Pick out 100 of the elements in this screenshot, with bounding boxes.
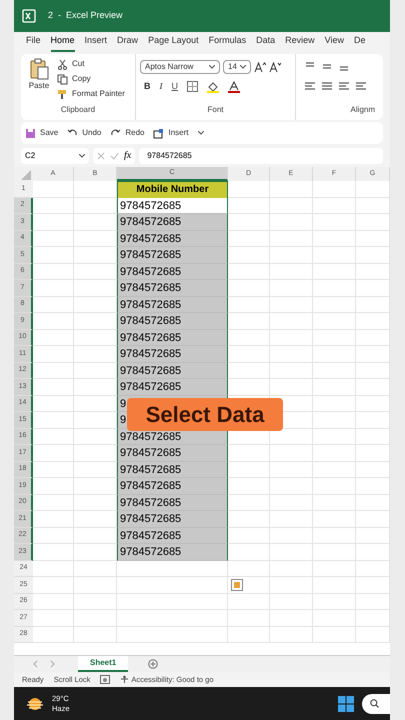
- table-cell[interactable]: [33, 528, 74, 544]
- table-cell[interactable]: [356, 214, 390, 230]
- table-cell[interactable]: [228, 346, 270, 362]
- table-cell[interactable]: [270, 247, 313, 264]
- table-cell[interactable]: [33, 330, 74, 346]
- table-cell[interactable]: [228, 214, 270, 230]
- search-field[interactable]: [362, 694, 390, 714]
- table-cell[interactable]: [270, 313, 313, 330]
- insert-button[interactable]: Insert: [153, 127, 188, 139]
- table-cell[interactable]: 9784572685: [117, 280, 228, 296]
- italic-button[interactable]: I: [160, 80, 162, 94]
- table-cell[interactable]: [33, 428, 74, 445]
- table-cell[interactable]: [313, 181, 356, 198]
- table-cell[interactable]: [356, 462, 390, 478]
- table-cell[interactable]: [270, 594, 313, 610]
- table-cell[interactable]: 9784572685: [117, 264, 228, 280]
- table-cell[interactable]: [33, 577, 74, 594]
- table-cell[interactable]: [356, 247, 390, 264]
- table-cell[interactable]: [356, 560, 390, 577]
- table-cell[interactable]: [356, 528, 390, 544]
- table-cell[interactable]: [313, 247, 356, 264]
- table-cell[interactable]: [270, 560, 313, 577]
- ribbon-tab[interactable]: File: [26, 34, 41, 52]
- table-cell[interactable]: [356, 577, 390, 594]
- table-cell[interactable]: [270, 296, 313, 313]
- macro-icon[interactable]: [100, 675, 110, 684]
- table-cell[interactable]: 9784572685: [117, 362, 228, 379]
- sheet-tab[interactable]: Sheet1: [78, 656, 128, 672]
- table-cell[interactable]: [33, 396, 74, 412]
- table-cell[interactable]: [270, 181, 313, 198]
- table-cell[interactable]: [33, 198, 74, 214]
- table-cell[interactable]: [270, 494, 313, 511]
- table-cell[interactable]: [228, 379, 270, 396]
- table-cell[interactable]: [228, 462, 270, 478]
- align-text-icon[interactable]: [338, 80, 350, 92]
- table-cell[interactable]: [228, 445, 270, 462]
- table-cell[interactable]: [33, 560, 74, 577]
- table-cell[interactable]: 9784572685: [117, 478, 228, 494]
- table-cell[interactable]: [33, 296, 74, 313]
- table-cell[interactable]: [313, 412, 356, 428]
- table-cell[interactable]: [270, 379, 313, 396]
- table-cell[interactable]: [313, 428, 356, 445]
- table-cell[interactable]: [74, 560, 117, 577]
- table-cell[interactable]: [313, 560, 356, 577]
- table-cell[interactable]: [313, 346, 356, 362]
- table-cell[interactable]: [270, 462, 313, 478]
- table-cell[interactable]: 9784572685: [117, 230, 228, 247]
- check-icon[interactable]: [110, 152, 119, 160]
- grow-font-icon[interactable]: [254, 61, 266, 73]
- table-cell[interactable]: 9784572685: [117, 511, 228, 528]
- table-cell[interactable]: [270, 544, 313, 560]
- table-cell[interactable]: [228, 330, 270, 346]
- table-cell[interactable]: [356, 544, 390, 560]
- scroll-right-icon[interactable]: [48, 660, 56, 668]
- formula-field[interactable]: 9784572685: [139, 148, 383, 164]
- cancel-icon[interactable]: [97, 152, 105, 160]
- table-cell[interactable]: [356, 362, 390, 379]
- fill-color-icon[interactable]: [207, 80, 219, 93]
- table-cell[interactable]: [313, 264, 356, 280]
- table-cell[interactable]: [356, 494, 390, 511]
- table-cell[interactable]: [270, 330, 313, 346]
- scroll-left-icon[interactable]: [32, 660, 40, 668]
- redo-button[interactable]: Redo: [110, 127, 144, 139]
- align-text-icon[interactable]: [304, 80, 316, 92]
- table-cell[interactable]: [228, 544, 270, 560]
- table-cell[interactable]: [117, 626, 228, 643]
- table-cell[interactable]: [33, 445, 74, 462]
- table-cell[interactable]: [74, 577, 117, 594]
- table-cell[interactable]: [33, 494, 74, 511]
- table-cell[interactable]: [313, 396, 356, 412]
- table-cell[interactable]: [33, 247, 74, 264]
- table-cell[interactable]: [270, 626, 313, 643]
- table-cell[interactable]: [270, 577, 313, 594]
- table-cell[interactable]: [228, 296, 270, 313]
- table-cell[interactable]: [313, 230, 356, 247]
- table-cell[interactable]: [228, 594, 270, 610]
- table-cell[interactable]: 9784572685: [117, 247, 228, 264]
- format-painter-button[interactable]: Format Painter: [57, 88, 125, 100]
- table-cell[interactable]: [33, 379, 74, 396]
- table-cell[interactable]: [313, 528, 356, 544]
- table-cell[interactable]: [270, 362, 313, 379]
- table-cell[interactable]: [33, 412, 74, 428]
- table-cell[interactable]: [270, 264, 313, 280]
- underline-button[interactable]: U: [172, 80, 178, 94]
- table-cell[interactable]: [228, 511, 270, 528]
- table-cell[interactable]: [74, 594, 117, 610]
- table-cell[interactable]: [228, 560, 270, 577]
- table-cell[interactable]: 9784572685: [117, 330, 228, 346]
- table-cell[interactable]: [33, 181, 74, 198]
- table-cell[interactable]: [313, 296, 356, 313]
- table-cell[interactable]: [270, 478, 313, 494]
- table-cell[interactable]: [270, 346, 313, 362]
- quick-analysis-icon[interactable]: [231, 579, 243, 591]
- table-cell[interactable]: [313, 494, 356, 511]
- table-cell[interactable]: [356, 330, 390, 346]
- table-cell[interactable]: [33, 214, 74, 230]
- ribbon-tab[interactable]: Page Layout: [148, 34, 199, 52]
- table-cell[interactable]: [33, 230, 74, 247]
- table-cell[interactable]: 9784572685: [117, 494, 228, 511]
- table-cell[interactable]: [313, 544, 356, 560]
